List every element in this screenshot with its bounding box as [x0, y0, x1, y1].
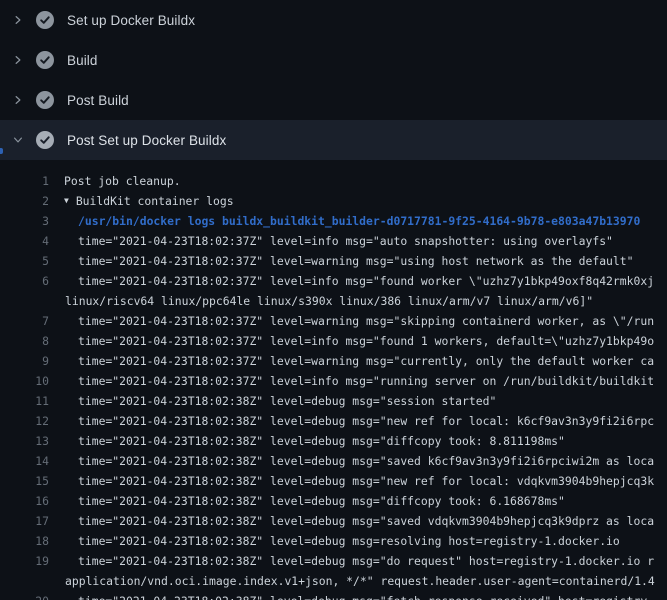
log-line-text: application/vnd.oci.image.index.v1+json,…	[65, 571, 655, 591]
log-line: 10 time="2021-04-23T18:02:37Z" level=inf…	[0, 371, 667, 391]
log-line-text: time="2021-04-23T18:02:38Z" level=debug …	[78, 531, 620, 551]
log-line-number[interactable]: 3	[0, 211, 49, 231]
chevron-right-icon	[12, 92, 36, 108]
chevron-right-icon	[12, 12, 36, 28]
log-line-text: time="2021-04-23T18:02:38Z" level=debug …	[78, 471, 654, 491]
check-circle-icon	[36, 11, 54, 29]
log-line-text: time="2021-04-23T18:02:38Z" level=debug …	[78, 591, 654, 600]
log-line-number[interactable]: 5	[0, 251, 49, 271]
log-line: 15 time="2021-04-23T18:02:38Z" level=deb…	[0, 471, 667, 491]
log-line-number[interactable]: 18	[0, 531, 49, 551]
log-output: 1 Post job cleanup. 2 ▼ BuildKit containe…	[0, 160, 667, 600]
log-line-number	[0, 571, 49, 591]
step-row-build[interactable]: Build	[0, 40, 667, 80]
log-line-number[interactable]: 11	[0, 391, 49, 411]
check-circle-icon	[36, 131, 54, 149]
log-line-text: time="2021-04-23T18:02:37Z" level=warnin…	[78, 311, 654, 331]
log-line: 17 time="2021-04-23T18:02:38Z" level=deb…	[0, 511, 667, 531]
log-group-toggle-icon[interactable]: ▼	[64, 191, 69, 211]
log-line: 1 Post job cleanup.	[0, 171, 667, 191]
log-line-number[interactable]: 7	[0, 311, 49, 331]
log-line: 9 time="2021-04-23T18:02:37Z" level=warn…	[0, 351, 667, 371]
log-group-header[interactable]: 2 ▼ BuildKit container logs	[0, 191, 667, 211]
log-line-number[interactable]: 4	[0, 231, 49, 251]
log-line: 20 time="2021-04-23T18:02:38Z" level=deb…	[0, 591, 667, 600]
log-line: 14 time="2021-04-23T18:02:38Z" level=deb…	[0, 451, 667, 471]
log-line: 8 time="2021-04-23T18:02:37Z" level=info…	[0, 331, 667, 351]
log-line-number[interactable]: 15	[0, 471, 49, 491]
log-line-number[interactable]: 19	[0, 551, 49, 571]
log-line: 4 time="2021-04-23T18:02:37Z" level=info…	[0, 231, 667, 251]
log-line-number	[0, 291, 49, 311]
log-line-number[interactable]: 8	[0, 331, 49, 351]
log-line: 12 time="2021-04-23T18:02:38Z" level=deb…	[0, 411, 667, 431]
step-label: Post Set up Docker Buildx	[67, 133, 226, 148]
log-line: 7 time="2021-04-23T18:02:37Z" level=warn…	[0, 311, 667, 331]
log-line: 5 time="2021-04-23T18:02:37Z" level=warn…	[0, 251, 667, 271]
log-line-text: time="2021-04-23T18:02:37Z" level=info m…	[78, 271, 654, 291]
log-line-text: time="2021-04-23T18:02:38Z" level=debug …	[78, 391, 496, 411]
log-line-text: time="2021-04-23T18:02:37Z" level=info m…	[78, 331, 654, 351]
step-label: Set up Docker Buildx	[67, 13, 195, 28]
step-row-post-setup-docker-buildx[interactable]: Post Set up Docker Buildx	[0, 120, 667, 160]
check-circle-icon	[36, 91, 54, 109]
log-line-number[interactable]: 9	[0, 351, 49, 371]
log-line-text: time="2021-04-23T18:02:37Z" level=info m…	[78, 231, 613, 251]
log-line-number[interactable]: 20	[0, 591, 49, 600]
log-line-number[interactable]: 17	[0, 511, 49, 531]
log-line-text: time="2021-04-23T18:02:38Z" level=debug …	[78, 431, 565, 451]
log-line-text: time="2021-04-23T18:02:38Z" level=debug …	[78, 411, 654, 431]
log-line-text: time="2021-04-23T18:02:38Z" level=debug …	[78, 451, 654, 471]
step-row-post-build[interactable]: Post Build	[0, 80, 667, 120]
log-line: 11 time="2021-04-23T18:02:38Z" level=deb…	[0, 391, 667, 411]
log-line-number[interactable]: 2	[0, 191, 49, 211]
log-line-number[interactable]: 10	[0, 371, 49, 391]
chevron-right-icon	[12, 52, 36, 68]
log-line: 6 time="2021-04-23T18:02:37Z" level=info…	[0, 271, 667, 291]
log-line: 16 time="2021-04-23T18:02:38Z" level=deb…	[0, 491, 667, 511]
log-line: 19 time="2021-04-23T18:02:38Z" level=deb…	[0, 551, 667, 571]
log-group-title: BuildKit container logs	[76, 191, 234, 211]
log-line-number[interactable]: 1	[0, 171, 49, 191]
step-row-setup-docker-buildx[interactable]: Set up Docker Buildx	[0, 0, 667, 40]
log-line: 18 time="2021-04-23T18:02:38Z" level=deb…	[0, 531, 667, 551]
step-label: Build	[67, 53, 98, 68]
log-line-text: time="2021-04-23T18:02:38Z" level=debug …	[78, 491, 565, 511]
chevron-down-icon	[12, 132, 36, 148]
check-circle-icon	[36, 51, 54, 69]
log-line-text: Post job cleanup.	[64, 171, 181, 191]
log-line: 13 time="2021-04-23T18:02:38Z" level=deb…	[0, 431, 667, 451]
step-label: Post Build	[67, 93, 129, 108]
log-line-number[interactable]: 13	[0, 431, 49, 451]
log-line-continuation: linux/riscv64 linux/ppc64le linux/s390x …	[0, 291, 667, 311]
log-line-command: 3 /usr/bin/docker logs buildx_buildkit_b…	[0, 211, 667, 231]
log-line-number[interactable]: 16	[0, 491, 49, 511]
log-line-text: time="2021-04-23T18:02:38Z" level=debug …	[78, 551, 654, 571]
log-command-text: /usr/bin/docker logs buildx_buildkit_bui…	[78, 211, 640, 231]
log-line-text: time="2021-04-23T18:02:38Z" level=debug …	[78, 511, 654, 531]
log-line-number[interactable]: 6	[0, 271, 49, 291]
log-line-text: linux/riscv64 linux/ppc64le linux/s390x …	[65, 291, 593, 311]
log-line-text: time="2021-04-23T18:02:37Z" level=info m…	[78, 371, 654, 391]
log-line-text: time="2021-04-23T18:02:37Z" level=warnin…	[78, 251, 633, 271]
focus-corner-accent	[0, 148, 3, 154]
log-line-number[interactable]: 14	[0, 451, 49, 471]
log-line-text: time="2021-04-23T18:02:37Z" level=warnin…	[78, 351, 654, 371]
log-line-continuation: application/vnd.oci.image.index.v1+json,…	[0, 571, 667, 591]
log-line-number[interactable]: 12	[0, 411, 49, 431]
